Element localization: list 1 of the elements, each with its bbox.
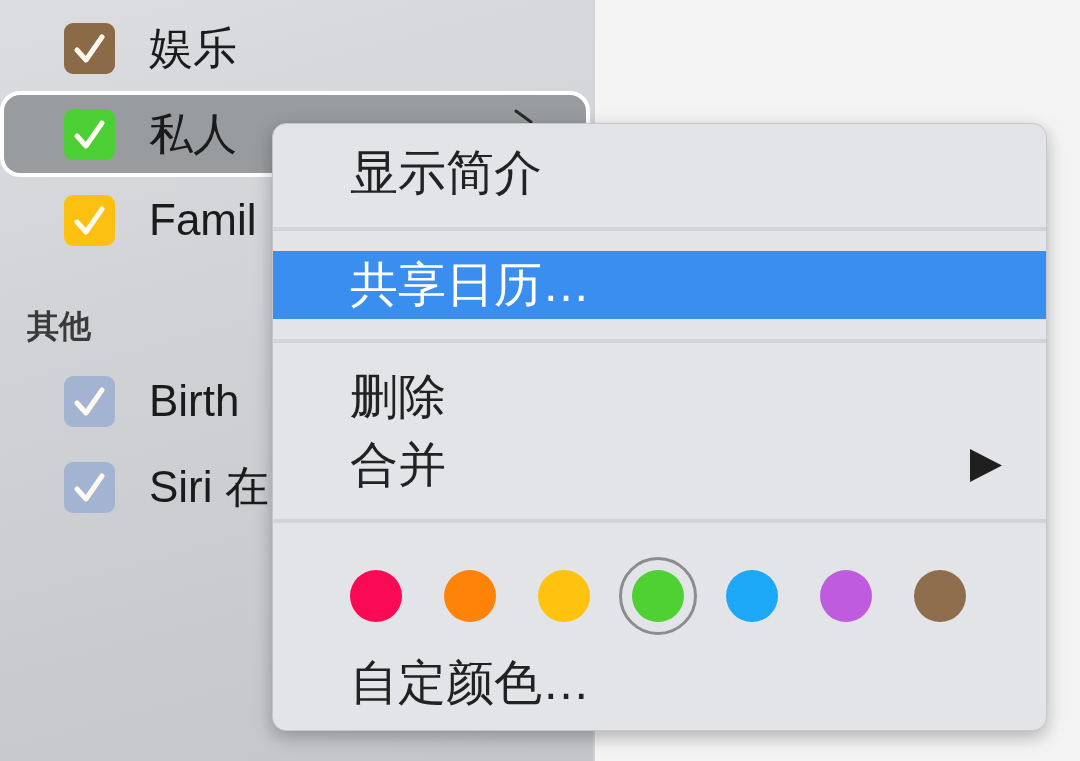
section-heading: 其他 bbox=[27, 308, 91, 344]
